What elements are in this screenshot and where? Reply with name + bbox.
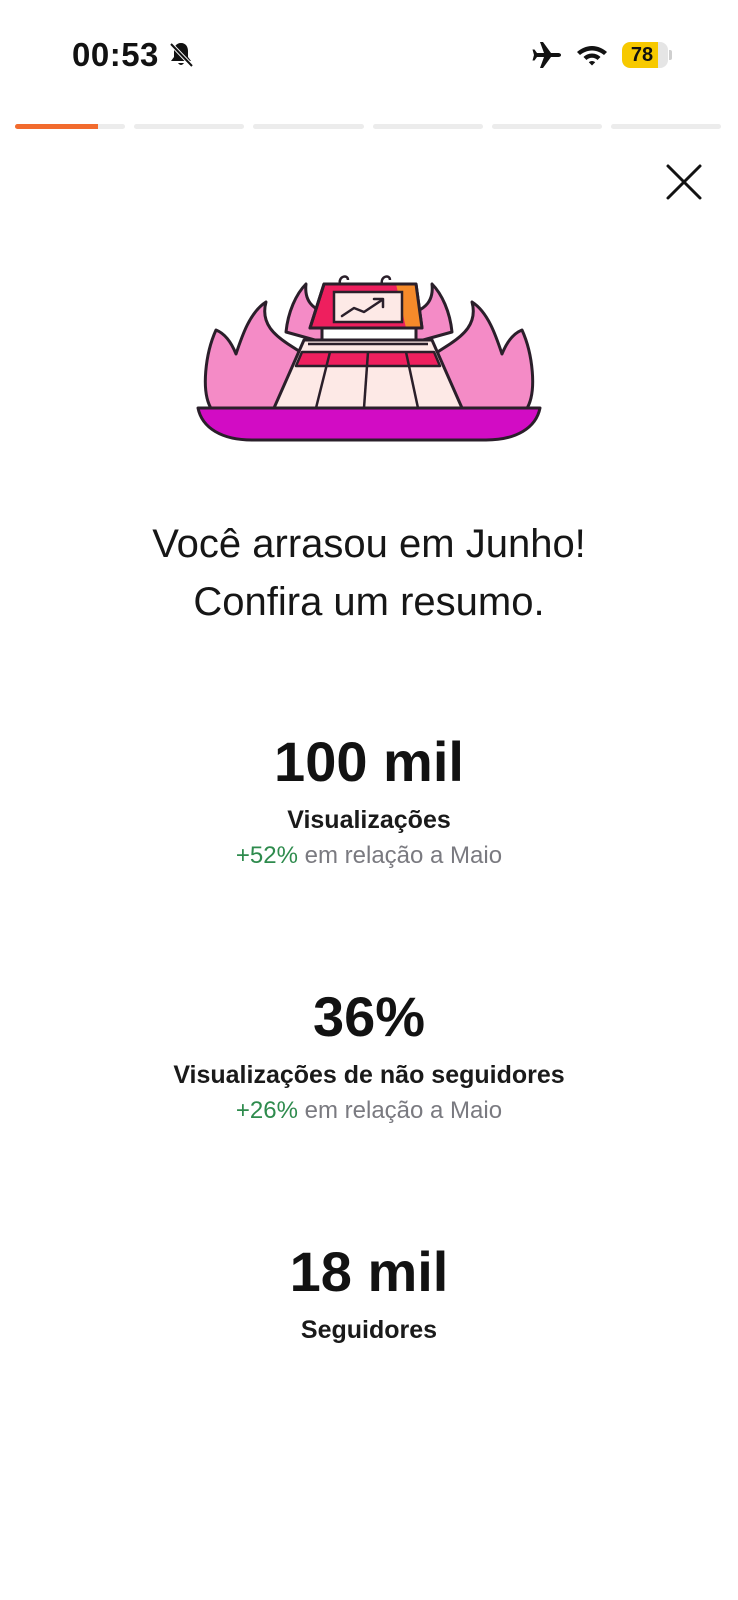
stat-views: 100 mil Visualizações +52% em relação a …	[0, 730, 738, 874]
headline-line-2: Confira um resumo.	[193, 580, 545, 624]
story-progress-bar	[15, 124, 722, 129]
summary-headline: Você arrasou em Junho! Confira um resumo…	[69, 515, 669, 631]
battery-level: 78	[630, 44, 654, 66]
progress-segment	[491, 124, 602, 129]
airplane-icon	[532, 42, 561, 68]
stat-value: 36%	[312, 985, 426, 1048]
stat-label: Seguidores	[300, 1316, 438, 1344]
status-time: 00:53	[72, 36, 159, 73]
progress-segment-fill	[15, 124, 98, 129]
stat-change: +26% em relação a Maio	[0, 1093, 738, 1129]
progress-segment	[610, 124, 722, 129]
stat-followers: 18 mil Seguidores	[0, 1240, 738, 1348]
progress-segment	[253, 124, 364, 129]
battery-icon: 78	[622, 42, 672, 68]
bell-slash-icon	[169, 42, 194, 68]
progress-segment	[134, 124, 245, 129]
stat-change-percent: +52%	[235, 842, 298, 869]
stat-label: Visualizações	[287, 806, 451, 834]
stat-change-text: em relação a Maio	[304, 842, 503, 869]
progress-segment	[15, 124, 126, 129]
stat-label: Visualizações de não seguidores	[173, 1061, 565, 1089]
status-bar: 00:53 78	[0, 0, 738, 110]
stat-non-follower-views: 36% Visualizações de não seguidores +26%…	[0, 985, 738, 1129]
close-icon[interactable]	[664, 162, 704, 202]
headline-line-1: Você arrasou em Junho!	[152, 522, 586, 566]
progress-segment	[372, 124, 483, 129]
stat-change-text: em relação a Maio	[304, 1097, 503, 1124]
stat-change: +52% em relação a Maio	[0, 838, 738, 874]
flaming-stage-chart-icon	[196, 275, 542, 442]
wifi-icon	[577, 46, 607, 66]
stat-value: 18 mil	[289, 1240, 449, 1303]
stat-change-percent: +26%	[235, 1097, 298, 1124]
stat-value: 100 mil	[274, 730, 464, 793]
